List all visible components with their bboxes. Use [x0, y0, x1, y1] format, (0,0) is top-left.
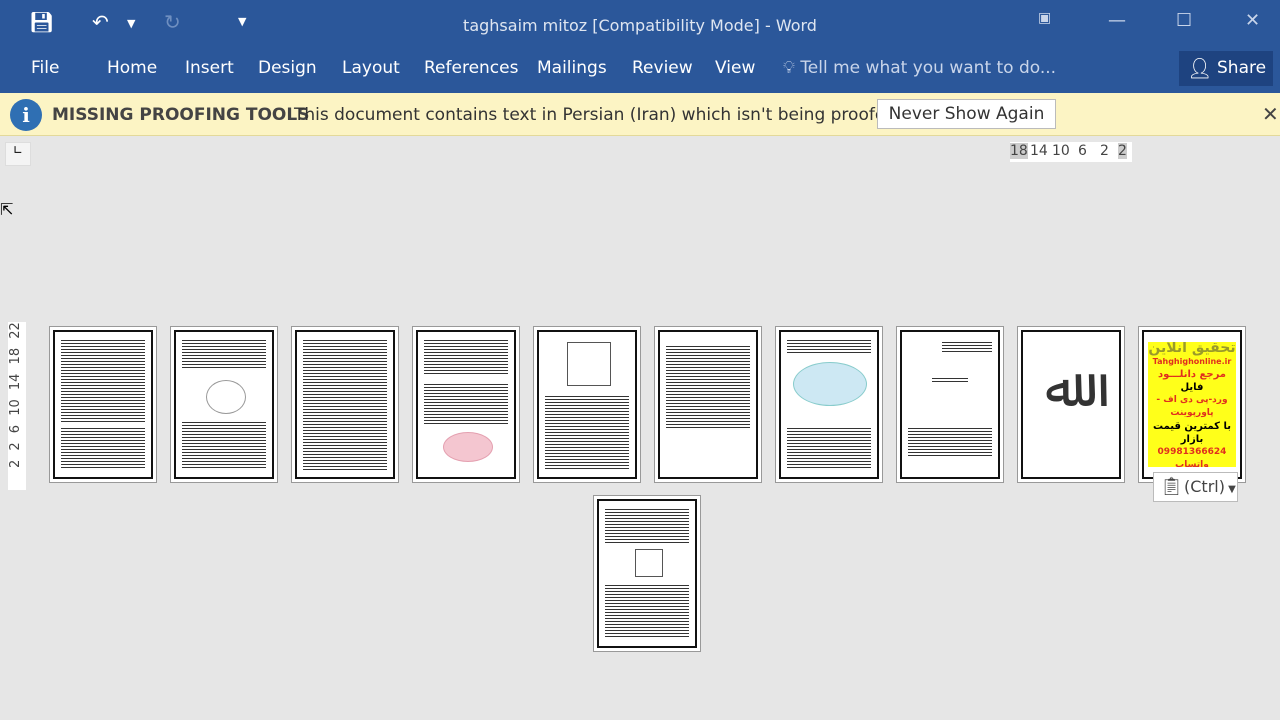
tab-stop-selector[interactable]: ∟ — [5, 142, 31, 166]
ruler-labels: 2 2 6 10 14 18 22 — [8, 322, 23, 468]
paste-options-label: (Ctrl) — [1184, 477, 1225, 496]
ruler-label: 14 — [1030, 143, 1048, 159]
cell-image — [206, 380, 246, 414]
tab-home[interactable]: Home — [107, 58, 157, 78]
mitosis-image — [793, 362, 867, 406]
close-message-icon[interactable]: ✕ — [1262, 102, 1279, 126]
message-bar: i MISSING PROOFING TOOLS This document c… — [0, 93, 1280, 136]
title-bar: 💾︎ ↶ ▼ ↻ ▼ taghsaim mitoz [Compatibility… — [0, 0, 1280, 46]
tab-mailings[interactable]: Mailings — [537, 58, 607, 78]
share-label: Share — [1217, 58, 1267, 78]
page-thumbnail-4[interactable] — [412, 326, 520, 483]
ruler-label: 6 — [1078, 143, 1087, 159]
ruler-label: 18 — [1010, 143, 1028, 159]
page-thumbnail-10[interactable]: تحقیق آنلاین Tahghighonline.ir مرجع دانل… — [1138, 326, 1246, 483]
tab-insert[interactable]: Insert — [185, 58, 234, 78]
never-show-again-button[interactable]: Never Show Again — [877, 99, 1056, 129]
page-thumbnail-7[interactable] — [775, 326, 883, 483]
ad-site: Tahghighonline.ir — [1152, 357, 1232, 366]
lightbulb-icon: 💡︎ — [783, 58, 801, 78]
tab-layout[interactable]: Layout — [342, 58, 400, 78]
page-thumbnail-1[interactable] — [49, 326, 157, 483]
info-icon: i — [10, 99, 42, 131]
ruler-label: 2 — [1100, 143, 1109, 159]
window-title: taghsaim mitoz [Compatibility Mode] - Wo… — [463, 16, 817, 35]
tell-me-search[interactable]: 💡︎ Tell me what you want to do... — [783, 58, 1056, 78]
tab-file[interactable]: File — [31, 58, 59, 78]
tab-review[interactable]: Review — [632, 58, 693, 78]
cell-image — [635, 549, 663, 577]
diagram-image — [443, 432, 493, 462]
ad-title: تحقیق آنلاین — [1148, 342, 1236, 356]
message-text: This document contains text in Persian (… — [294, 105, 902, 125]
chevron-down-icon: ▼ — [1224, 484, 1236, 495]
page-thumbnail-3[interactable] — [291, 326, 399, 483]
minimize-icon[interactable]: — — [1108, 10, 1126, 31]
calligraphy-image: ﷲ — [1045, 356, 1077, 419]
ribbon-display-options-icon[interactable]: ▣ — [1038, 10, 1051, 26]
ad-line: مرجع دانلـــود — [1158, 369, 1226, 380]
tab-references[interactable]: References — [424, 58, 518, 78]
person-icon: 👤︎ — [1187, 56, 1213, 80]
maximize-icon[interactable]: ☐ — [1176, 10, 1192, 31]
tab-view[interactable]: View — [715, 58, 755, 78]
close-icon[interactable]: ✕ — [1245, 10, 1260, 31]
clipboard-icon: 📋︎ — [1160, 476, 1183, 497]
mouse-cursor-icon: ⇱ — [0, 200, 14, 219]
paste-options-button[interactable]: 📋︎ (Ctrl) ▼ — [1153, 472, 1238, 502]
page-thumbnail-11[interactable] — [593, 495, 701, 652]
ad-phone: 09981366624 واتساپ — [1157, 447, 1227, 467]
page-thumbnail-6[interactable] — [654, 326, 762, 483]
tab-design[interactable]: Design — [258, 58, 317, 78]
cell-image — [567, 342, 611, 386]
advertisement: تحقیق آنلاین Tahghighonline.ir مرجع دانل… — [1148, 342, 1236, 467]
page-thumbnail-8[interactable] — [896, 326, 1004, 483]
ad-line: ورد-پی دی اف - پاورپوینت — [1156, 395, 1228, 418]
ruler-label: 2 — [1118, 143, 1127, 159]
vertical-ruler[interactable]: 2 2 6 10 14 18 22 — [8, 322, 26, 490]
page-thumbnail-2[interactable] — [170, 326, 278, 483]
ad-line: با کمترین قیمت بازار — [1153, 421, 1231, 445]
page-thumbnail-5[interactable] — [533, 326, 641, 483]
message-title: MISSING PROOFING TOOLS — [52, 105, 310, 125]
ruler-label: 10 — [1052, 143, 1070, 159]
tell-me-text: Tell me what you want to do... — [800, 58, 1057, 78]
ribbon-tabs: File Home Insert Design Layout Reference… — [0, 46, 1280, 93]
share-button[interactable]: 👤︎ Share — [1179, 51, 1273, 86]
horizontal-ruler[interactable]: 18 14 10 6 2 2 — [1010, 142, 1132, 162]
ad-line: فایل — [1180, 382, 1204, 393]
page-thumbnail-9[interactable]: ﷲ — [1017, 326, 1125, 483]
